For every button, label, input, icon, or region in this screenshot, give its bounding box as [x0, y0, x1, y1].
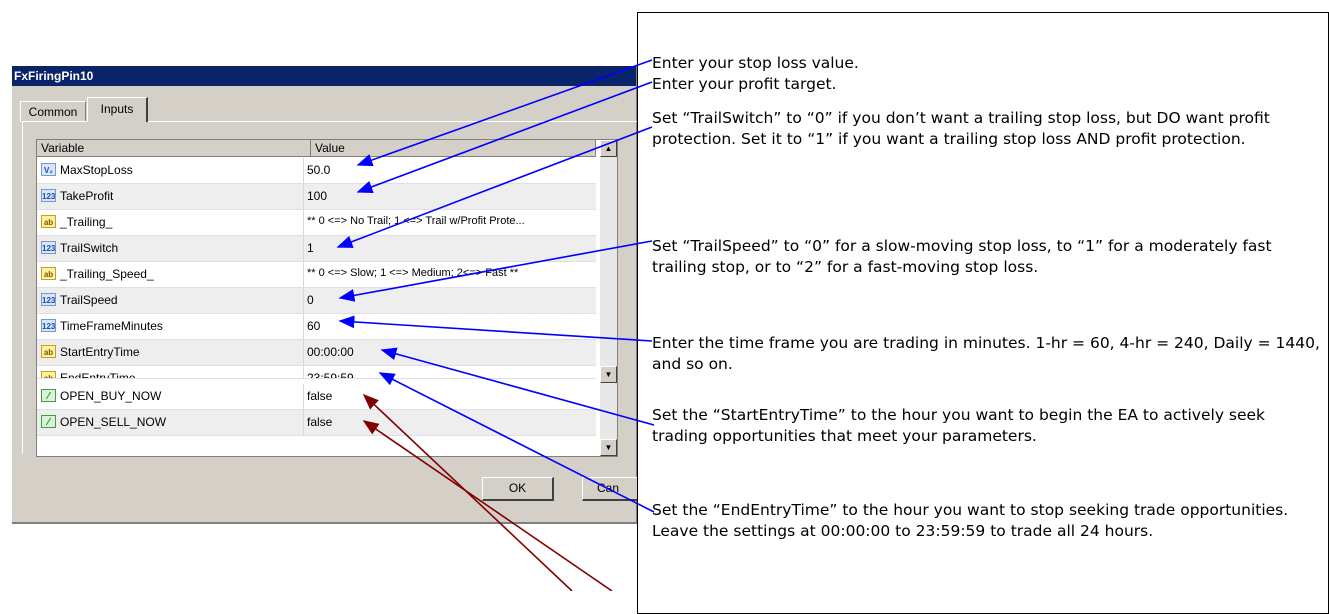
arrow-start-entry-time: [380, 347, 655, 426]
arrow-end-entry-time: [378, 372, 655, 513]
arrow-trail-speed: [338, 240, 653, 302]
arrow-trail-switch: [336, 126, 653, 248]
arrow-open-sell-now: [362, 420, 613, 591]
arrow-profit-target: [356, 81, 653, 193]
arrow-time-frame: [338, 315, 653, 342]
arrow-stop-loss: [356, 59, 653, 167]
callout-arrows: [336, 59, 655, 591]
